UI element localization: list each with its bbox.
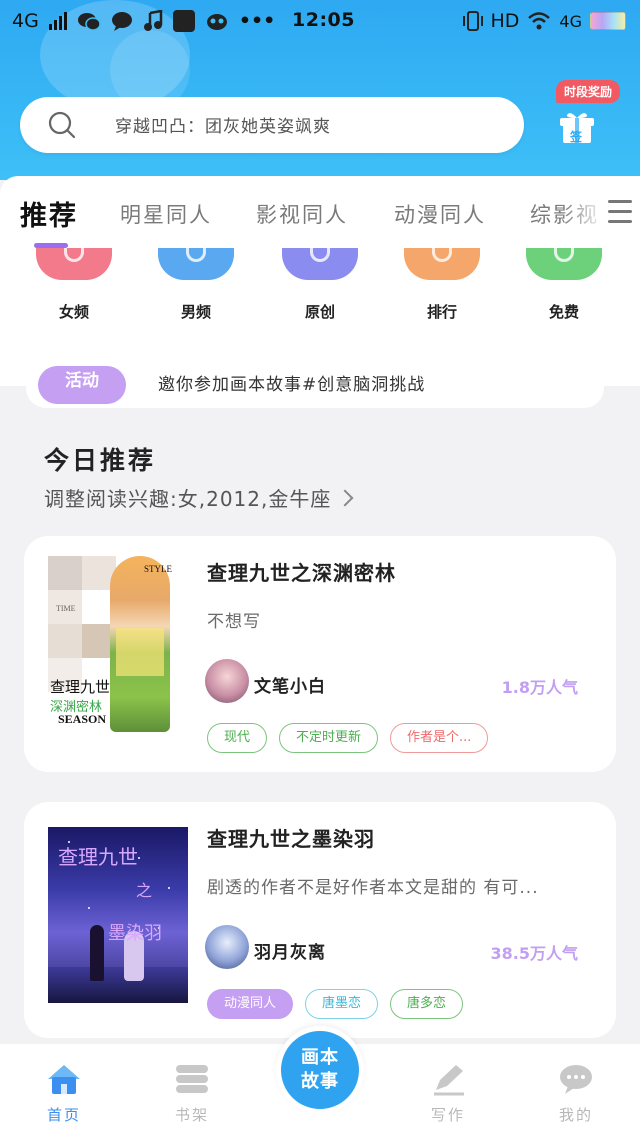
nav-write[interactable]: 写作 — [408, 1062, 488, 1125]
vibrate-icon — [462, 11, 483, 31]
category-ranking[interactable]: 排行 — [392, 248, 492, 328]
channel-tabs: 推荐 明星同人 影视同人 动漫同人 综影视 — [0, 176, 640, 248]
tag-chip[interactable]: 现代 — [207, 723, 268, 753]
tab-anime-fanfic[interactable]: 动漫同人 — [394, 199, 486, 229]
category-original[interactable]: 原创 — [270, 248, 370, 328]
original-icon — [282, 248, 358, 280]
nav-label: 首页 — [46, 1106, 81, 1124]
category-label: 排行 — [426, 303, 457, 321]
category-free[interactable]: 免费 — [514, 248, 614, 328]
mask-icon — [206, 14, 227, 30]
nav-mine[interactable]: 我的 — [536, 1062, 616, 1125]
center-label: 故事 — [301, 1071, 339, 1092]
category-label: 原创 — [304, 303, 335, 321]
header: 4G ••• 12:05 HD 4G 穿越凹凸：团灰她英姿飒爽 时段奖励 签 — [0, 0, 640, 180]
author-name: 羽月灰离 — [254, 943, 326, 963]
sign-in-label: 签 — [570, 130, 583, 144]
tag-chip[interactable]: 作者是个... — [390, 723, 489, 753]
search-bar[interactable]: 穿越凹凸：团灰她英姿飒爽 — [20, 97, 524, 153]
category-female[interactable]: 女频 — [24, 248, 124, 328]
section-title: 今日推荐 — [44, 446, 157, 475]
status-bar: 4G ••• 12:05 HD 4G — [0, 0, 640, 44]
story-center-button[interactable]: 画本 故事 — [276, 1026, 364, 1114]
message-icon — [111, 12, 132, 31]
activity-banner[interactable]: 活动 邀你参加画本故事#创意脑洞挑战 — [26, 362, 604, 408]
tab-menu-icon[interactable] — [608, 200, 632, 226]
nav-label: 书架 — [174, 1106, 209, 1124]
category-panel: 推荐 明星同人 影视同人 动漫同人 综影视 女频 男频 原创 排行 免费 — [0, 176, 640, 408]
book-title: 查理九世之墨染羽 — [207, 827, 375, 851]
pencil-icon — [434, 1065, 464, 1096]
book-cover: STYLE TIME 查理九世 深渊密林 SEASON — [48, 556, 188, 732]
activity-text: 邀你参加画本故事#创意脑洞挑战 — [158, 375, 426, 395]
ranking-icon — [404, 248, 480, 280]
tag-chip[interactable]: 唐墨恋 — [305, 989, 379, 1019]
network-label: HD — [490, 10, 520, 32]
profile-icon — [560, 1065, 592, 1094]
female-icon — [36, 248, 112, 280]
category-male[interactable]: 男频 — [146, 248, 246, 328]
center-label: 画本 — [301, 1047, 339, 1068]
nav-bookshelf[interactable]: 书架 — [152, 1062, 232, 1125]
wechat-icon — [77, 13, 101, 31]
book-card[interactable]: 查理九世 之 墨染羽 查理九世之墨染羽 剧透的作者不是好作者本文是甜的 有可..… — [24, 802, 616, 1038]
cover-text: STYLE — [144, 564, 172, 574]
network-type: 4G — [559, 11, 582, 31]
search-placeholder: 穿越凹凸：团灰她英姿飒爽 — [115, 117, 331, 137]
clock: 12:05 — [292, 9, 355, 31]
nav-home[interactable]: 首页 — [24, 1062, 104, 1125]
book-cover: 查理九世 之 墨染羽 — [48, 827, 188, 1003]
activity-badge: 活动 — [38, 366, 126, 404]
category-label: 免费 — [548, 303, 579, 321]
signal-icon — [48, 12, 67, 30]
nav-label: 我的 — [558, 1106, 593, 1124]
cover-text: 查理九世 — [50, 680, 111, 696]
free-icon — [526, 248, 602, 280]
nav-label: 写作 — [430, 1106, 465, 1124]
reward-tag: 时段奖励 — [556, 80, 621, 103]
app-icon — [172, 10, 195, 32]
cover-text: 查理九世 — [58, 845, 138, 869]
interest-settings-link[interactable]: 调整阅读兴趣:女,2012,金牛座 — [44, 483, 354, 512]
tag-chip[interactable]: 不定时更新 — [279, 723, 379, 753]
author-name: 文笔小白 — [254, 677, 326, 697]
bookshelf-icon — [176, 1065, 208, 1093]
cover-text: SEASON — [58, 712, 107, 726]
tag-chip[interactable]: 动漫同人 — [207, 989, 294, 1019]
book-card[interactable]: STYLE TIME 查理九世 深渊密林 SEASON 查理九世之深渊密林 不想… — [24, 536, 616, 772]
category-label: 女频 — [58, 303, 89, 321]
cover-text: 墨染羽 — [108, 923, 162, 944]
tab-film-fanfic[interactable]: 影视同人 — [256, 199, 348, 229]
category-row: 女频 男频 原创 排行 免费 — [0, 248, 640, 328]
home-icon — [48, 1065, 80, 1094]
tag-list: 现代 不定时更新 作者是个... — [207, 723, 489, 753]
music-icon — [143, 10, 163, 31]
search-icon — [48, 111, 76, 139]
category-label: 男频 — [180, 303, 211, 321]
tag-list: 动漫同人 唐墨恋 唐多恋 — [207, 989, 464, 1019]
more-icon: ••• — [238, 10, 276, 32]
cover-text: TIME — [56, 604, 76, 613]
tag-chip[interactable]: 唐多恋 — [390, 989, 464, 1019]
cover-text: 之 — [136, 881, 153, 900]
chevron-right-icon — [336, 489, 354, 507]
book-description: 不想写 — [207, 612, 261, 632]
tab-recommend[interactable]: 推荐 — [20, 194, 78, 233]
time-reward-button[interactable]: 时段奖励 签 — [556, 80, 628, 152]
popularity: 38.5万人气 — [490, 944, 578, 963]
book-title: 查理九世之深渊密林 — [207, 561, 396, 585]
author-avatar — [205, 925, 249, 969]
book-description: 剧透的作者不是好作者本文是甜的 有可... — [207, 878, 539, 898]
carrier-label: 4G — [12, 10, 39, 32]
male-icon — [158, 248, 234, 280]
author-avatar — [205, 659, 249, 703]
popularity: 1.8万人气 — [501, 678, 578, 697]
interest-text: 调整阅读兴趣:女,2012,金牛座 — [44, 487, 332, 511]
battery-icon — [590, 12, 626, 30]
tab-celebrity-fanfic[interactable]: 明星同人 — [120, 199, 212, 229]
wifi-icon — [528, 12, 551, 30]
